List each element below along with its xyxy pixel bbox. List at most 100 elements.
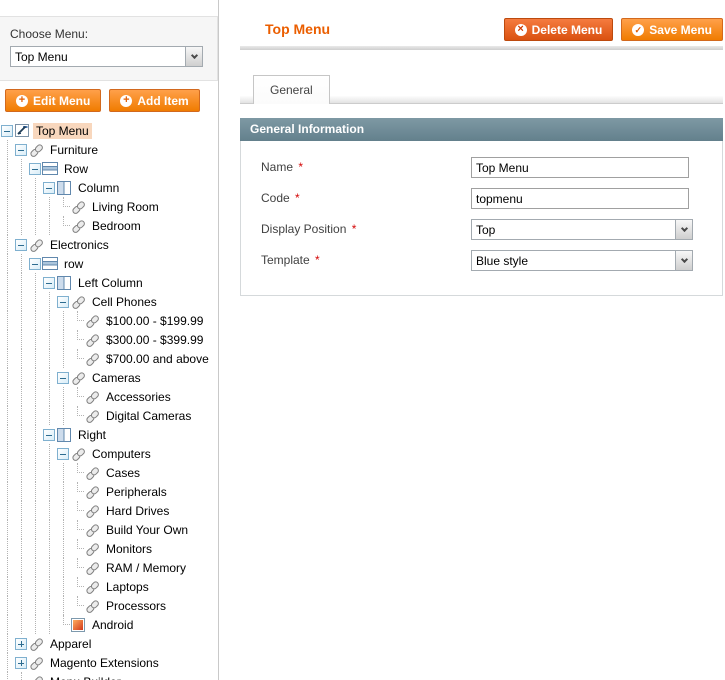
display-position-selected-value: Top: [472, 223, 675, 237]
collapse-minus-icon[interactable]: [43, 182, 55, 194]
link-icon: [84, 313, 100, 329]
collapse-minus-icon[interactable]: [57, 296, 69, 308]
code-input[interactable]: [471, 188, 689, 209]
tree-indent-guide: [42, 558, 56, 577]
collapse-minus-icon[interactable]: [57, 448, 69, 460]
tree-elbow-connector: [70, 520, 84, 539]
tree-indent-guide: [14, 425, 28, 444]
tree-indent-guide: [42, 596, 56, 615]
tree-node-label: $300.00 - $399.99: [103, 332, 206, 348]
add-item-button[interactable]: + Add Item: [109, 89, 199, 112]
tree-indent-guide: [14, 406, 28, 425]
tree-node-monitors[interactable]: Monitors: [0, 539, 218, 558]
tree-node-row[interactable]: Row: [0, 159, 218, 178]
tree-node-cameras[interactable]: Cameras: [0, 368, 218, 387]
tree-node-processors[interactable]: Processors: [0, 596, 218, 615]
expand-plus-icon[interactable]: [15, 638, 27, 650]
expand-plus-icon[interactable]: [15, 657, 27, 669]
tree-indent-guide: [0, 159, 14, 178]
choose-menu-select[interactable]: Top Menu: [10, 46, 203, 67]
tree-node-android[interactable]: Android: [0, 615, 218, 634]
tree-node-label: row: [61, 256, 86, 272]
tree-indent-guide: [56, 539, 70, 558]
tree-node-peripherals[interactable]: Peripherals: [0, 482, 218, 501]
tree-node-computers[interactable]: Computers: [0, 444, 218, 463]
tree-indent-guide: [28, 558, 42, 577]
tree-indent-guide: [14, 292, 28, 311]
header-divider: [240, 46, 723, 50]
tree-node-cases[interactable]: Cases: [0, 463, 218, 482]
link-icon: [84, 560, 100, 576]
tree-node-menu-builder[interactable]: Menu Builder: [0, 672, 218, 680]
tree-node-accessories[interactable]: Accessories: [0, 387, 218, 406]
collapse-minus-icon[interactable]: [15, 239, 27, 251]
tree-node-column[interactable]: Column: [0, 178, 218, 197]
tab-general[interactable]: General: [253, 75, 330, 104]
tree-node-top-menu[interactable]: Top Menu: [0, 121, 218, 140]
display-position-select[interactable]: Top: [471, 219, 693, 240]
edit-menu-button[interactable]: + Edit Menu: [5, 89, 101, 112]
tree-node-electronics[interactable]: Electronics: [0, 235, 218, 254]
collapse-minus-icon[interactable]: [43, 429, 55, 441]
tree-node-bedroom[interactable]: Bedroom: [0, 216, 218, 235]
root-icon: [14, 123, 30, 139]
tree-indent-guide: [42, 501, 56, 520]
tree-indent-guide: [14, 482, 28, 501]
tree-node-row[interactable]: row: [0, 254, 218, 273]
collapse-minus-icon[interactable]: [43, 277, 55, 289]
chevron-down-icon[interactable]: [185, 47, 202, 66]
tree-indent-guide: [0, 672, 14, 680]
tree-node-hard-drives[interactable]: Hard Drives: [0, 501, 218, 520]
tree-indent-guide: [28, 539, 42, 558]
tree-node-apparel[interactable]: Apparel: [0, 634, 218, 653]
tree-indent-guide: [0, 311, 14, 330]
general-information-fieldset: Name *Code *Display Position *TopTemplat…: [240, 141, 723, 296]
tree-indent-guide: [0, 216, 14, 235]
tree-node-700-00-and-above[interactable]: $700.00 and above: [0, 349, 218, 368]
tree-indent-guide: [0, 596, 14, 615]
field-label-code: Code *: [261, 188, 471, 205]
save-menu-button[interactable]: ✓ Save Menu: [621, 18, 723, 41]
tree-node-right[interactable]: Right: [0, 425, 218, 444]
tree-elbow-connector: [70, 406, 84, 425]
header-buttons: × Delete Menu ✓ Save Menu: [504, 18, 723, 41]
tree-node-left-column[interactable]: Left Column: [0, 273, 218, 292]
tree-node-100-00-199-99[interactable]: $100.00 - $199.99: [0, 311, 218, 330]
plus-circle-icon: +: [16, 95, 28, 107]
collapse-minus-icon[interactable]: [29, 163, 41, 175]
tree-node-label: Cases: [103, 465, 143, 481]
main-content: Top Menu × Delete Menu ✓ Save Menu Gener…: [240, 0, 725, 680]
tree-node-300-00-399-99[interactable]: $300.00 - $399.99: [0, 330, 218, 349]
tree-node-label: Computers: [89, 446, 154, 462]
tree-node-living-room[interactable]: Living Room: [0, 197, 218, 216]
tree-node-digital-cameras[interactable]: Digital Cameras: [0, 406, 218, 425]
tree-indent-guide: [28, 406, 42, 425]
tree-node-cell-phones[interactable]: Cell Phones: [0, 292, 218, 311]
tree-indent-guide: [56, 501, 70, 520]
name-input[interactable]: [471, 157, 689, 178]
tree-node-magento-extensions[interactable]: Magento Extensions: [0, 653, 218, 672]
field-label-template: Template *: [261, 250, 471, 267]
tab-bar-left-pad: [240, 96, 253, 104]
tree-indent-guide: [0, 387, 14, 406]
tree-indent-guide: [56, 520, 70, 539]
tree-node-build-your-own[interactable]: Build Your Own: [0, 520, 218, 539]
delete-menu-button[interactable]: × Delete Menu: [504, 18, 614, 41]
collapse-minus-icon[interactable]: [29, 258, 41, 270]
tree-indent-guide: [28, 425, 42, 444]
tree-indent-guide: [42, 520, 56, 539]
chevron-down-icon[interactable]: [675, 220, 692, 239]
tree-indent-guide: [14, 615, 28, 634]
tree-node-ram-memory[interactable]: RAM / Memory: [0, 558, 218, 577]
template-select[interactable]: Blue style: [471, 250, 693, 271]
check-circle-icon: ✓: [632, 24, 644, 36]
tree-node-furniture[interactable]: Furniture: [0, 140, 218, 159]
tree-indent-guide: [0, 539, 14, 558]
collapse-minus-icon[interactable]: [15, 144, 27, 156]
collapse-minus-icon[interactable]: [1, 125, 13, 137]
link-icon: [84, 598, 100, 614]
tree-node-laptops[interactable]: Laptops: [0, 577, 218, 596]
chevron-down-icon[interactable]: [675, 251, 692, 270]
collapse-minus-icon[interactable]: [57, 372, 69, 384]
tree-node-label: Menu Builder: [47, 674, 124, 680]
